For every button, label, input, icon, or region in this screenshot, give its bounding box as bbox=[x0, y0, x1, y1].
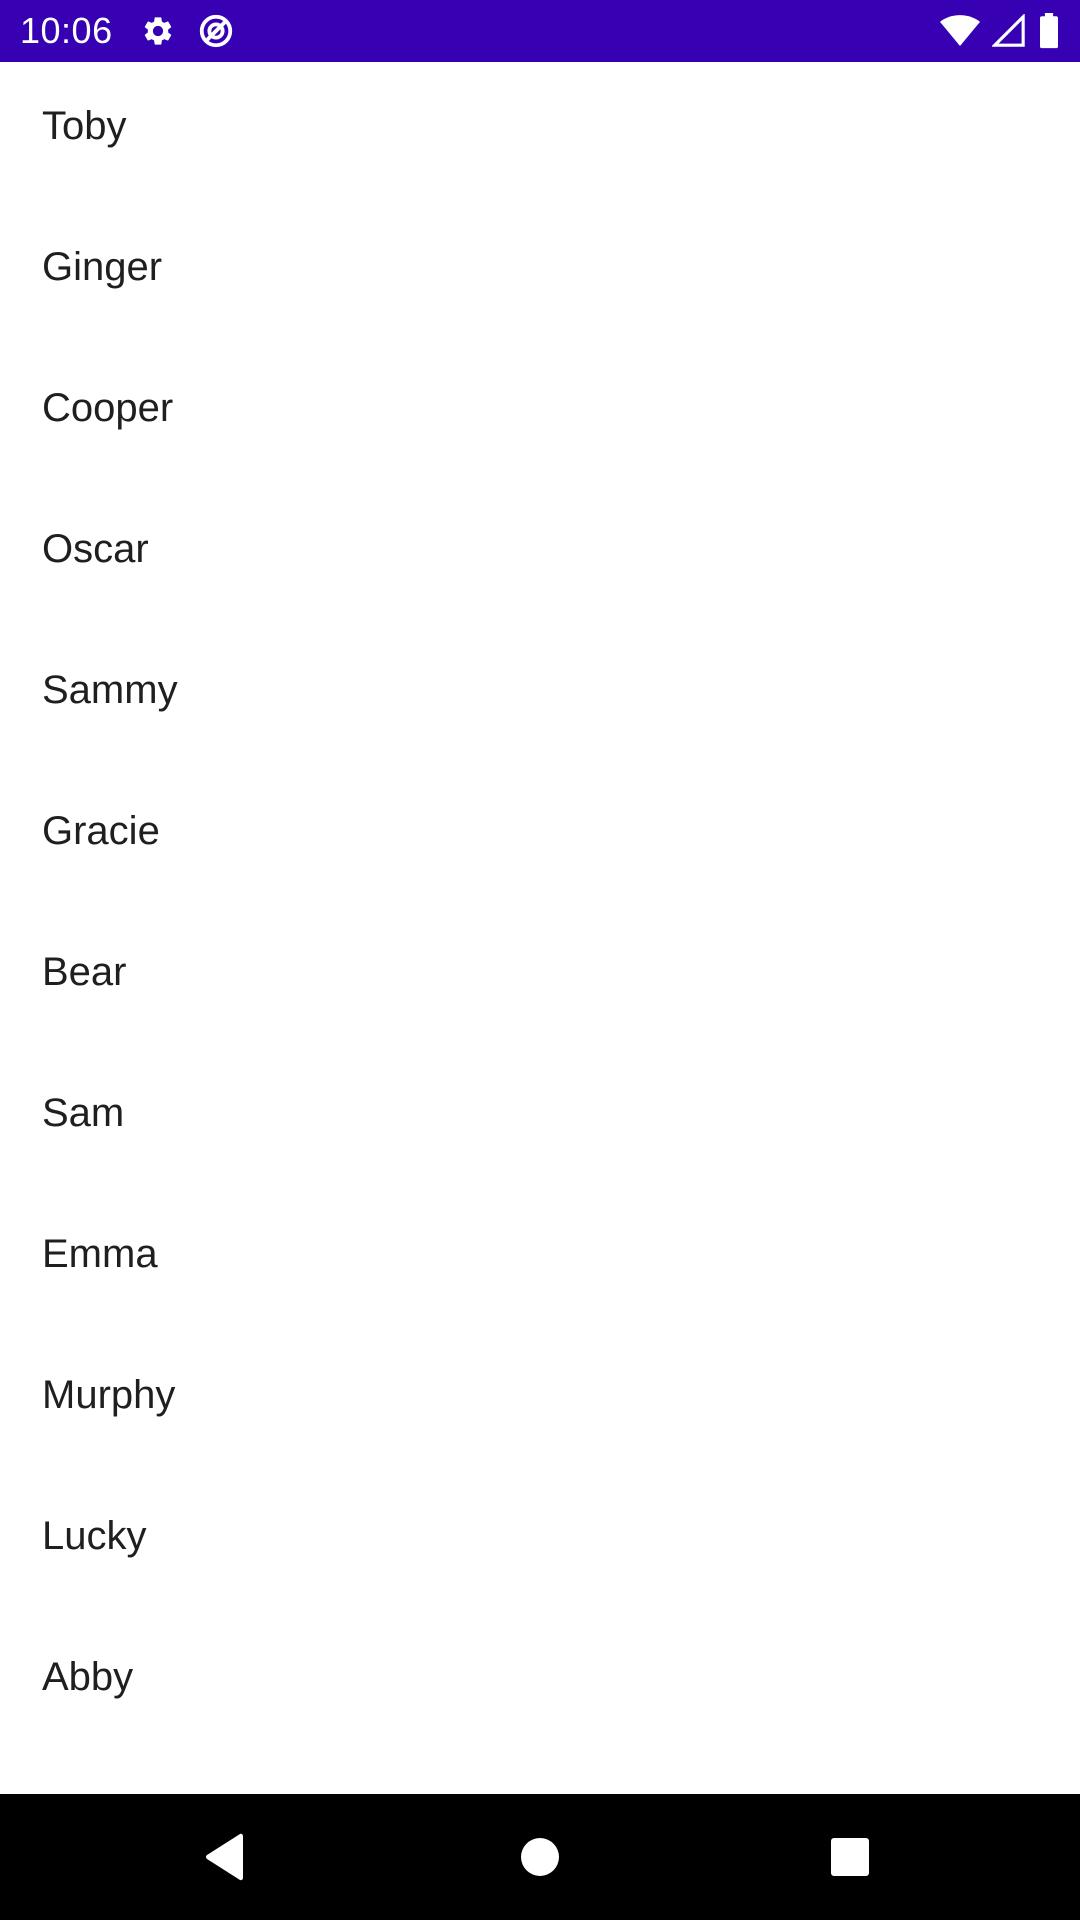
list-item[interactable]: Cooper bbox=[0, 338, 1080, 479]
list-item-label: Emma bbox=[42, 1232, 158, 1276]
list-item-label: Sam bbox=[42, 1091, 125, 1135]
list-item-label: Cooper bbox=[42, 386, 174, 430]
list-item[interactable]: Abby bbox=[0, 1607, 1080, 1748]
list-item[interactable]: Ginger bbox=[0, 197, 1080, 338]
list-item[interactable]: Bear bbox=[0, 902, 1080, 1043]
battery-icon bbox=[1038, 13, 1060, 49]
list-item[interactable]: Murphy bbox=[0, 1325, 1080, 1466]
wifi-icon bbox=[940, 14, 980, 48]
home-icon bbox=[520, 1837, 560, 1877]
list-item-label: Toby bbox=[42, 104, 127, 148]
list-item[interactable]: Sammy bbox=[0, 620, 1080, 761]
list-item-label: Gracie bbox=[42, 809, 160, 853]
list-item[interactable]: Oscar bbox=[0, 479, 1080, 620]
name-list[interactable]: Toby Ginger Cooper Oscar Sammy Gracie Be… bbox=[0, 62, 1080, 1794]
list-item[interactable]: Emma bbox=[0, 1184, 1080, 1325]
list-item-label: Sammy bbox=[42, 668, 178, 712]
list-item-label: Lucky bbox=[42, 1514, 147, 1558]
signal-icon bbox=[992, 14, 1026, 48]
settings-icon bbox=[141, 14, 175, 48]
list-item-label: Oscar bbox=[42, 527, 149, 571]
recents-button[interactable] bbox=[790, 1794, 910, 1920]
list-item-label: Bear bbox=[42, 950, 127, 994]
back-button[interactable] bbox=[165, 1794, 285, 1920]
recents-icon bbox=[830, 1837, 870, 1877]
list-item[interactable]: Toby bbox=[0, 62, 1080, 197]
list-item[interactable]: Lucky bbox=[0, 1466, 1080, 1607]
status-bar: 10:06 bbox=[0, 0, 1080, 62]
home-button[interactable] bbox=[480, 1794, 600, 1920]
navigation-bar bbox=[0, 1794, 1080, 1920]
status-notification-icons bbox=[141, 12, 235, 50]
status-system-icons bbox=[940, 13, 1060, 49]
app-screen: 10:06 Toby Ginger Cooper Oscar Sammy Gra… bbox=[0, 0, 1080, 1920]
list-item[interactable]: Gracie bbox=[0, 761, 1080, 902]
back-icon bbox=[203, 1833, 247, 1881]
list-item-label: Ginger bbox=[42, 245, 163, 289]
list-item-label: Murphy bbox=[42, 1373, 176, 1417]
list-item-label: Abby bbox=[42, 1655, 134, 1699]
list-item[interactable]: Sam bbox=[0, 1043, 1080, 1184]
status-time: 10:06 bbox=[20, 10, 113, 51]
data-saver-icon bbox=[197, 12, 235, 50]
